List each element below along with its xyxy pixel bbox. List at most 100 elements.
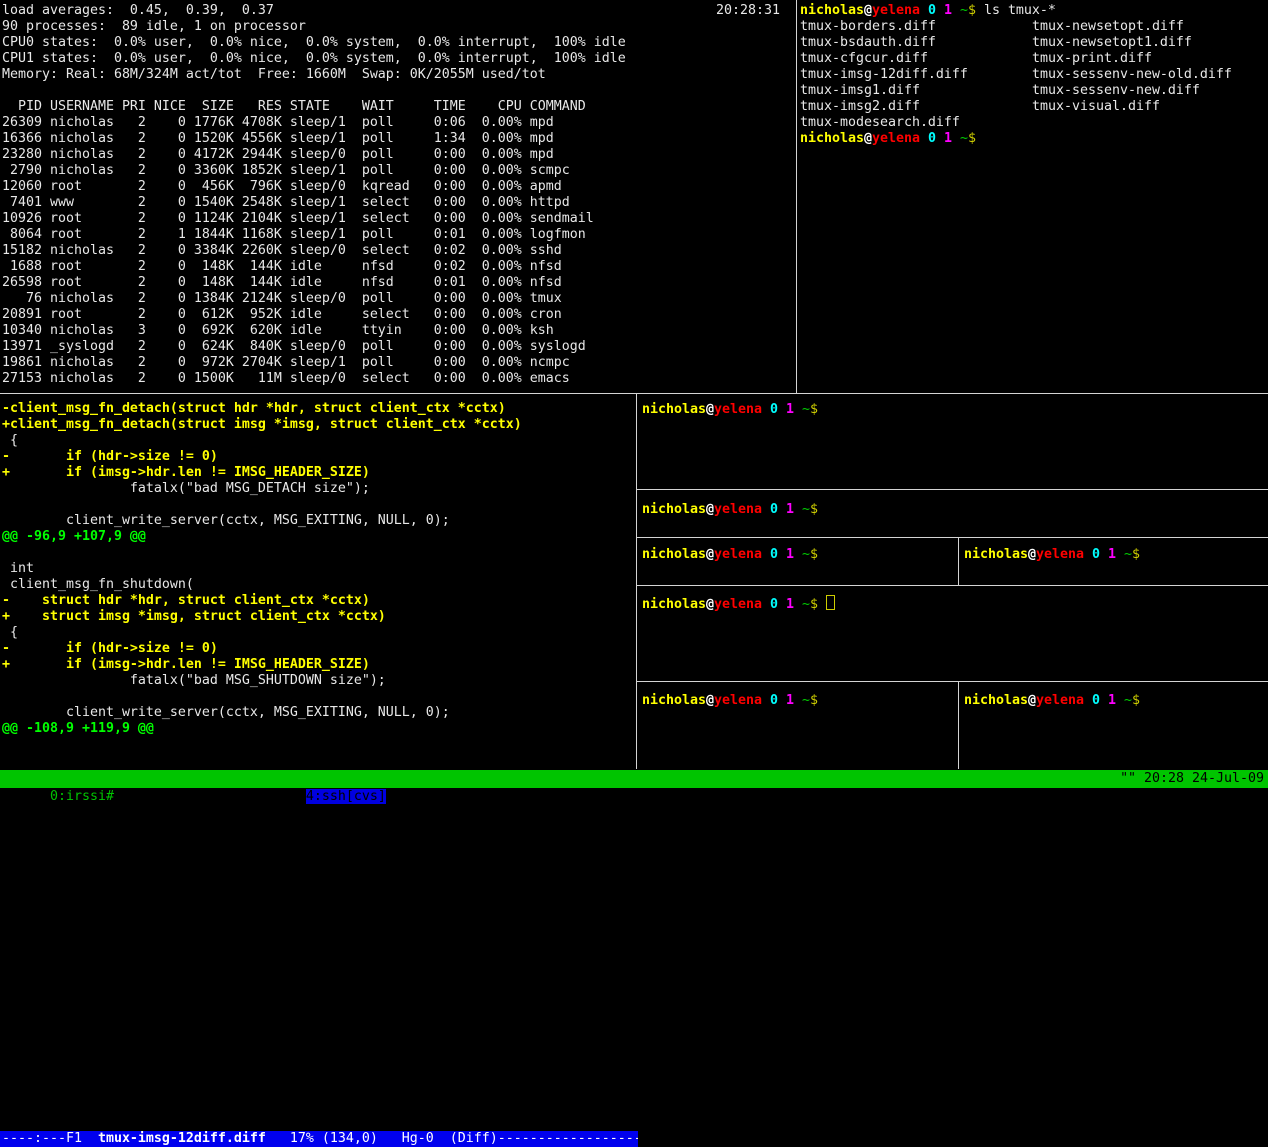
process-table-header: PID USERNAME PRI NICE SIZE RES STATE WAI… bbox=[2, 99, 626, 115]
ls-row: tmux-imsg2.difftmux-visual.diff bbox=[800, 99, 1232, 115]
top-memory-line: Memory: Real: 68M/324M act/tot Free: 166… bbox=[2, 67, 626, 83]
prompt-symbol: $ bbox=[1132, 693, 1140, 708]
diff-removed-line: - if (hdr->size != 0) bbox=[2, 449, 522, 465]
ls-file: tmux-modesearch.diff bbox=[800, 115, 1032, 131]
prompt-jobs-count: 1 bbox=[786, 597, 794, 612]
status-window-11[interactable]: 11:ksh bbox=[698, 789, 746, 804]
prompt-host: yelena bbox=[1036, 547, 1084, 562]
prompt-jobs-count: 1 bbox=[786, 547, 794, 562]
status-window-3[interactable]: 3:mutt bbox=[250, 789, 298, 804]
blank-line bbox=[2, 689, 522, 705]
prompt-user: nicholas bbox=[800, 131, 864, 146]
modeline-fill: -------------------------- bbox=[498, 1131, 638, 1146]
prompt-jobs-count: 1 bbox=[944, 131, 952, 146]
status-window-7[interactable]: 7:ksh bbox=[490, 789, 530, 804]
prompt-user: nicholas bbox=[642, 597, 706, 612]
prompt-path: ~ bbox=[802, 547, 810, 562]
pane-emacs-diff[interactable]: -client_msg_fn_detach(struct hdr *hdr, s… bbox=[0, 394, 636, 769]
status-window-5[interactable]: 5:ksh bbox=[394, 789, 434, 804]
diff-context-line: { bbox=[2, 625, 522, 641]
pane-shell-7[interactable]: nicholas@yelena01~$ bbox=[959, 682, 1268, 769]
prompt-symbol: $ bbox=[968, 3, 976, 18]
prompt-host: yelena bbox=[714, 547, 762, 562]
shell-prompt: nicholas@yelena01~$ bbox=[642, 502, 818, 518]
prompt-history-count: 0 bbox=[770, 693, 778, 708]
diff-context-line: client_write_server(cctx, MSG_EXITING, N… bbox=[2, 513, 522, 529]
diff-hunk-header: @@ -96,9 +107,9 @@ bbox=[2, 529, 522, 545]
prompt-symbol: $ bbox=[810, 547, 818, 562]
prompt-host: yelena bbox=[714, 597, 762, 612]
shell-command-line: nicholas@yelena01~$ls tmux-* bbox=[800, 3, 1232, 19]
status-clock-date: "" 20:28 24-Jul-09 bbox=[1120, 770, 1264, 788]
diff-context-line: client_msg_fn_shutdown( bbox=[2, 577, 522, 593]
prompt-symbol: $ bbox=[810, 597, 818, 612]
prompt-host: yelena bbox=[872, 3, 920, 18]
prompt-path: ~ bbox=[802, 402, 810, 417]
process-row: 8064 root 2 1 1844K 1168K sleep/1 poll 0… bbox=[2, 227, 626, 243]
pane-top-process-monitor[interactable]: load averages: 0.45, 0.39, 0.37 90 proce… bbox=[0, 0, 796, 393]
shell-prompt: nicholas@yelena01~$ bbox=[964, 547, 1140, 563]
pane-shell-ls[interactable]: nicholas@yelena01~$ls tmux-* tmux-border… bbox=[797, 0, 1268, 393]
prompt-at: @ bbox=[706, 693, 714, 708]
pane-shell-3[interactable]: nicholas@yelena01~$ bbox=[637, 538, 958, 585]
pane-border-h1 bbox=[637, 489, 1268, 490]
top-cpu1-line: CPU1 states: 0.0% user, 0.0% nice, 0.0% … bbox=[2, 51, 626, 67]
prompt-path: ~ bbox=[960, 131, 968, 146]
process-row: 15182 nicholas 2 0 3384K 2260K sleep/0 s… bbox=[2, 243, 626, 259]
pane-shell-4[interactable]: nicholas@yelena01~$ bbox=[959, 538, 1268, 585]
shell-prompt: nicholas@yelena01~$ bbox=[800, 131, 976, 146]
pane-shell-5-active[interactable]: nicholas@yelena01~$ bbox=[637, 586, 1268, 681]
process-row: 27153 nicholas 2 0 1500K 11M sleep/0 sel… bbox=[2, 371, 626, 387]
pane-border-v-row3 bbox=[958, 538, 959, 585]
pane-shell-6[interactable]: nicholas@yelena01~$ bbox=[637, 682, 958, 769]
blank-line bbox=[2, 83, 626, 99]
prompt-jobs-count: 1 bbox=[1108, 547, 1116, 562]
status-window-8-current[interactable]: 8:ksh* bbox=[538, 789, 586, 804]
prompt-user: nicholas bbox=[642, 502, 706, 517]
prompt-path: ~ bbox=[802, 502, 810, 517]
status-window-4[interactable]: 4:ssh[cvs] bbox=[306, 789, 386, 804]
diff-removed-line: -client_msg_fn_detach(struct hdr *hdr, s… bbox=[2, 401, 522, 417]
prompt-symbol: $ bbox=[1132, 547, 1140, 562]
ls-file: tmux-borders.diff bbox=[800, 19, 1032, 35]
prompt-at: @ bbox=[1028, 547, 1036, 562]
pane-shell-1[interactable]: nicholas@yelena01~$ bbox=[637, 395, 1268, 488]
prompt-history-count: 0 bbox=[928, 3, 936, 18]
tmux-screen: { "palette": { "background": "#000000", … bbox=[0, 0, 1268, 788]
ls-file: tmux-bsdauth.diff bbox=[800, 35, 1032, 51]
ls-file: tmux-sessenv-new.diff bbox=[1032, 83, 1200, 98]
ls-file: tmux-newsetopt.diff bbox=[1032, 19, 1184, 34]
prompt-history-count: 0 bbox=[1092, 693, 1100, 708]
ls-file: tmux-imsg1.diff bbox=[800, 83, 1032, 99]
diff-added-line: + if (imsg->hdr.len != IMSG_HEADER_SIZE) bbox=[2, 465, 522, 481]
process-row: 12060 root 2 0 456K 796K sleep/0 kqread … bbox=[2, 179, 626, 195]
typed-command: ls tmux-* bbox=[984, 3, 1056, 18]
process-row: 13971 _syslogd 2 0 624K 840K sleep/0 pol… bbox=[2, 339, 626, 355]
prompt-jobs-count: 1 bbox=[786, 402, 794, 417]
prompt-user: nicholas bbox=[642, 693, 706, 708]
top-load-line: load averages: 0.45, 0.39, 0.37 bbox=[2, 3, 626, 19]
pane-shell-2[interactable]: nicholas@yelena01~$ bbox=[637, 490, 1268, 537]
prompt-jobs-count: 1 bbox=[944, 3, 952, 18]
prompt-at: @ bbox=[706, 597, 714, 612]
prompt-jobs-count: 1 bbox=[786, 502, 794, 517]
shell-prompt: nicholas@yelena01~$ bbox=[964, 693, 1140, 709]
status-window-9[interactable]: 9:ksh bbox=[594, 789, 634, 804]
process-row: 10926 root 2 0 1124K 2104K sleep/1 selec… bbox=[2, 211, 626, 227]
diff-added-line: + if (imsg->hdr.len != IMSG_HEADER_SIZE) bbox=[2, 657, 522, 673]
prompt-user: nicholas bbox=[964, 693, 1028, 708]
ls-row: tmux-modesearch.diff bbox=[800, 115, 1232, 131]
ls-row: tmux-cfgcur.difftmux-print.diff bbox=[800, 51, 1232, 67]
ls-file: tmux-print.diff bbox=[1032, 51, 1152, 66]
status-window-10[interactable]: 10:ksh bbox=[642, 789, 690, 804]
ls-file: tmux-newsetopt1.diff bbox=[1032, 35, 1192, 50]
prompt-path: ~ bbox=[802, 597, 810, 612]
pane-border-v-row5 bbox=[958, 682, 959, 769]
status-window-0[interactable]: 0:irssi# bbox=[50, 789, 114, 804]
status-window-2[interactable]: 2:ncmpc- bbox=[178, 789, 242, 804]
process-row: 23280 nicholas 2 0 4172K 2944K sleep/0 p… bbox=[2, 147, 626, 163]
ls-row: tmux-imsg-12diff.difftmux-sessenv-new-ol… bbox=[800, 67, 1232, 83]
prompt-history-count: 0 bbox=[770, 547, 778, 562]
status-window-1[interactable]: 1:todo bbox=[122, 789, 170, 804]
status-window-6[interactable]: 6:ksh bbox=[442, 789, 482, 804]
